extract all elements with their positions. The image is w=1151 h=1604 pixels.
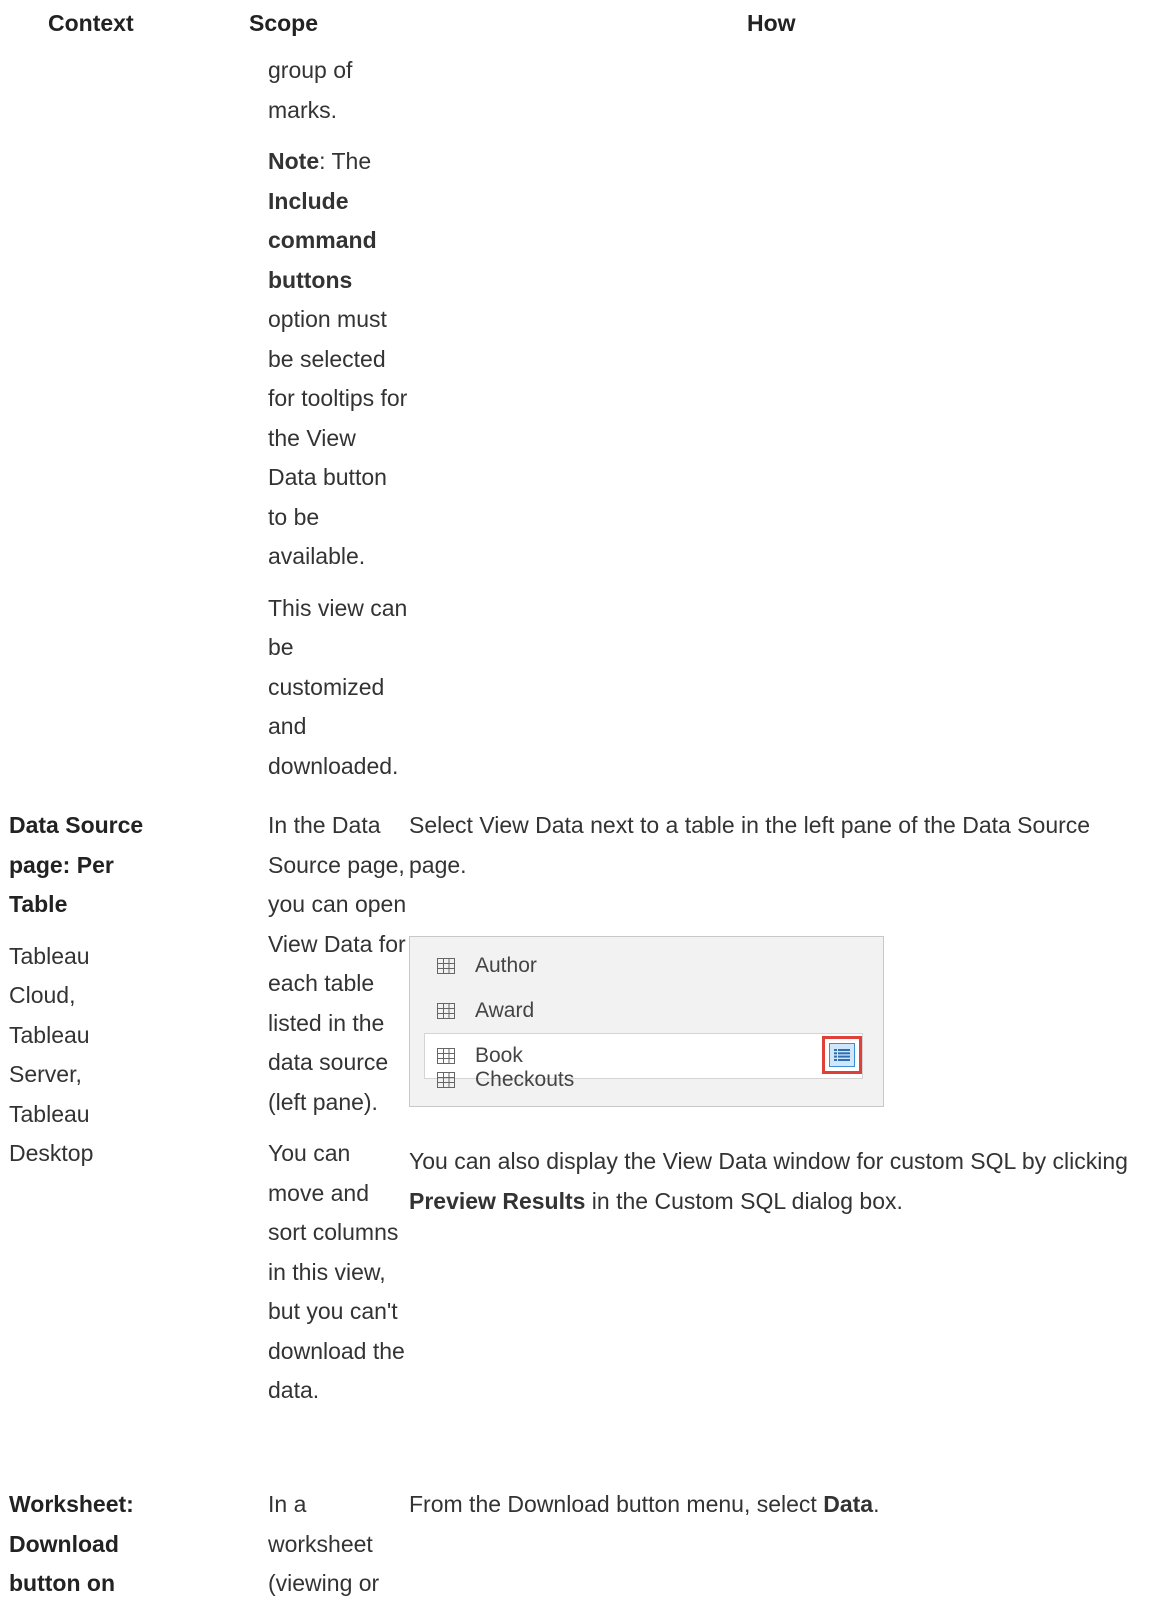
scope-paragraph-2: You can move and sort columns in this vi… — [268, 1140, 405, 1403]
preview-results-label: Preview Results — [409, 1187, 586, 1214]
context-products: Tableau Cloud, Tableau Server, Tableau D… — [9, 942, 94, 1167]
how-text-rest: . — [873, 1491, 880, 1517]
row1-scope-cell: group of marks. Note: The Include comman… — [268, 51, 408, 786]
how-text: From the Download button menu, select — [409, 1491, 824, 1517]
how-text: You can also display the View Data windo… — [409, 1148, 1128, 1174]
note-label: Note — [268, 148, 320, 174]
scope-paragraph-2: This view can be customized and download… — [268, 594, 408, 779]
row3-context-cell: Worksheet: Download button on — [9, 1485, 169, 1604]
table-item-author[interactable]: Author — [410, 943, 883, 989]
context-title: Worksheet: Download button on — [9, 1491, 134, 1596]
note-text-rest: option must be selected for tooltips for… — [268, 306, 408, 569]
how-paragraph: Select View Data next to a table in the … — [409, 812, 1091, 878]
context-title: Data Source page: Per Table — [9, 812, 144, 917]
table-grid-icon — [437, 958, 455, 974]
data-source-tables-screenshot: Author Award Book Checkouts — [409, 936, 884, 1107]
header-how: How — [747, 10, 796, 36]
table-name: Author — [475, 954, 537, 978]
table-item-checkouts[interactable]: Checkouts — [410, 1057, 883, 1103]
table-grid-icon — [437, 1003, 455, 1019]
table-name: Checkouts — [475, 1068, 575, 1092]
row2-scope-cell: In the Data Source page, you can open Vi… — [268, 806, 408, 1411]
table-item-award[interactable]: Award — [410, 988, 883, 1034]
scope-paragraph: In the Data Source page, you can open Vi… — [268, 812, 407, 1115]
scope-paragraph: group of marks. — [268, 57, 353, 123]
row2-how-cell-2: You can also display the View Data windo… — [409, 1142, 1149, 1221]
row3-scope-cell: In a worksheet (viewing or — [268, 1485, 408, 1604]
option-name: Include command buttons — [268, 187, 377, 293]
header-scope: Scope — [249, 10, 319, 36]
header-context: Context — [48, 10, 134, 36]
data-option-label: Data — [823, 1491, 874, 1517]
note-text: : The — [319, 148, 372, 174]
how-paragraph-2: You can also display the View Data windo… — [409, 1142, 1144, 1221]
row2-how-cell: Select View Data next to a table in the … — [409, 806, 1149, 885]
scope-paragraph: In a worksheet (viewing or — [268, 1491, 380, 1596]
how-paragraph: From the Download button menu, select Da… — [409, 1485, 1149, 1525]
row3-how-cell: From the Download button menu, select Da… — [409, 1485, 1149, 1525]
note-paragraph: Note: The Include command buttons option… — [268, 142, 408, 577]
document-page: Context Scope How group of marks. Note: … — [0, 0, 1151, 1602]
table-name: Award — [475, 999, 535, 1023]
how-text-rest: in the Custom SQL dialog box. — [585, 1187, 903, 1214]
table-grid-icon — [437, 1072, 455, 1088]
